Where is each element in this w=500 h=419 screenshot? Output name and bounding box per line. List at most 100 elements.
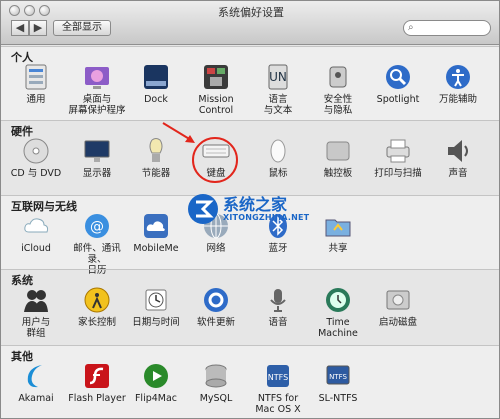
section-3: 系统 用户与 群组 家长控制 日期与时间 软件更新 语音 Time Machine 启动磁盘 xyxy=(1,269,499,345)
pref-pane-flash-player[interactable]: Flash Player xyxy=(66,362,128,404)
pref-pane-desktop-screensaver[interactable]: 桌面与 屏幕保护程序 xyxy=(66,63,128,116)
back-button[interactable]: ◀ xyxy=(11,20,29,36)
date-time-icon xyxy=(142,286,170,314)
pref-pane-label: 触控板 xyxy=(323,168,353,179)
time-machine-icon xyxy=(324,286,352,314)
title-bar: 系统偏好设置 ◀ ▶ 全部显示 ⌕ xyxy=(1,1,499,45)
pref-pane-label: 共享 xyxy=(328,243,348,254)
search-field[interactable]: ⌕ xyxy=(403,20,491,36)
ntfs-for-mac-icon: NTFS xyxy=(264,362,292,390)
pref-pane-label: 用户与 群组 xyxy=(21,317,51,339)
pref-pane-label: NTFS for Mac OS X xyxy=(255,393,301,415)
general-icon xyxy=(22,63,50,91)
forward-button[interactable]: ▶ xyxy=(29,20,47,36)
mobileme-icon xyxy=(142,212,170,240)
pref-pane-label: 语言 与文本 xyxy=(263,94,293,116)
pref-pane-mysql[interactable]: MySQL xyxy=(185,362,247,404)
watermark-text-en: XITONGZHIJIA.NET xyxy=(223,213,310,222)
pref-pane-label: Dock xyxy=(144,94,168,105)
pref-pane-mail-contacts-calendar[interactable]: @ 邮件、通讯录、 日历 xyxy=(66,212,128,276)
pref-pane-label: 蓝牙 xyxy=(268,243,288,254)
mouse-icon xyxy=(264,137,292,165)
desktop-screensaver-icon xyxy=(83,63,111,91)
pref-pane-sl-ntfs[interactable]: NTFS SL-NTFS xyxy=(307,362,369,404)
window-title: 系统偏好设置 xyxy=(218,6,284,19)
trackpad-icon xyxy=(324,137,352,165)
pref-pane-spotlight[interactable]: Spotlight xyxy=(367,63,429,105)
mission-control-icon xyxy=(202,63,230,91)
pref-pane-startup-disk[interactable]: 启动磁盘 xyxy=(367,286,429,328)
security-privacy-icon xyxy=(324,63,352,91)
pref-pane-label: 网络 xyxy=(206,243,226,254)
pref-pane-label: MobileMe xyxy=(133,243,179,254)
pref-pane-label: Spotlight xyxy=(376,94,420,105)
akamai-icon xyxy=(22,362,50,390)
pref-pane-time-machine[interactable]: Time Machine xyxy=(307,286,369,339)
pref-pane-users-groups[interactable]: 用户与 群组 xyxy=(5,286,67,339)
svg-text:NTFS: NTFS xyxy=(329,373,347,381)
pref-pane-label: 软件更新 xyxy=(196,317,235,328)
pref-pane-speech[interactable]: 语音 xyxy=(247,286,309,328)
pref-pane-cd-dvd[interactable]: CD 与 DVD xyxy=(5,137,67,179)
mysql-icon xyxy=(202,362,230,390)
pref-pane-dock[interactable]: Dock xyxy=(125,63,187,105)
sound-icon xyxy=(444,137,472,165)
pref-pane-print-scan[interactable]: 打印与扫描 xyxy=(367,137,429,179)
pref-pane-ntfs-for-mac[interactable]: NTFS NTFS for Mac OS X xyxy=(247,362,309,415)
watermark-text-cn: 系统之家 xyxy=(223,195,288,214)
watermark-logo-icon xyxy=(188,194,218,224)
pref-pane-label: CD 与 DVD xyxy=(10,168,62,179)
display-icon xyxy=(83,137,111,165)
show-all-button[interactable]: 全部显示 xyxy=(53,20,111,36)
pref-pane-label: 鼠标 xyxy=(268,168,288,179)
pref-pane-language-text[interactable]: UN 语言 与文本 xyxy=(247,63,309,116)
pref-pane-icloud[interactable]: iCloud xyxy=(5,212,67,254)
pref-pane-sound[interactable]: 声音 xyxy=(427,137,489,179)
section-1: 硬件 CD 与 DVD 显示器 节能器 键盘 鼠标 触控板 打印与扫描 声音 xyxy=(1,120,499,195)
flip4mac-icon xyxy=(142,362,170,390)
parental-controls-icon xyxy=(83,286,111,314)
pref-pane-date-time[interactable]: 日期与时间 xyxy=(125,286,187,328)
software-update-icon xyxy=(202,286,230,314)
pref-pane-trackpad[interactable]: 触控板 xyxy=(307,137,369,179)
pref-pane-label: Time Machine xyxy=(318,317,358,339)
section-0: 个人 通用 桌面与 屏幕保护程序 Dock Mission Control UN 语言 与文本 安全… xyxy=(1,46,499,120)
pref-pane-flip4mac[interactable]: Flip4Mac xyxy=(125,362,187,404)
cd-dvd-icon xyxy=(22,137,50,165)
print-scan-icon xyxy=(384,137,412,165)
pref-pane-general[interactable]: 通用 xyxy=(5,63,67,105)
pref-pane-label: 启动磁盘 xyxy=(378,317,417,328)
section-4: 其他 Akamai Flash Player Flip4Mac MySQL NTFS NTF… xyxy=(1,345,499,418)
pref-pane-software-update[interactable]: 软件更新 xyxy=(185,286,247,328)
pref-pane-security-privacy[interactable]: 安全性 与隐私 xyxy=(307,63,369,116)
pref-pane-label: 桌面与 屏幕保护程序 xyxy=(68,94,126,116)
universal-access-icon xyxy=(444,63,472,91)
pref-pane-label: 节能器 xyxy=(141,168,171,179)
pref-pane-label: 万能辅助 xyxy=(438,94,477,105)
svg-text:NTFS: NTFS xyxy=(268,373,288,382)
spotlight-icon xyxy=(384,63,412,91)
pref-pane-label: 打印与扫描 xyxy=(374,168,422,179)
pref-pane-universal-access[interactable]: 万能辅助 xyxy=(427,63,489,105)
pref-pane-mouse[interactable]: 鼠标 xyxy=(247,137,309,179)
watermark: 系统之家 XITONGZHIJIA.NET xyxy=(187,189,337,231)
highlight-circle xyxy=(192,137,238,183)
svg-text:UN: UN xyxy=(269,70,287,84)
pref-pane-label: 安全性 与隐私 xyxy=(323,94,353,116)
pref-pane-parental-controls[interactable]: 家长控制 xyxy=(66,286,128,328)
pref-pane-akamai[interactable]: Akamai xyxy=(5,362,67,404)
pref-pane-label: 声音 xyxy=(448,168,468,179)
pref-pane-label: 家长控制 xyxy=(77,317,116,328)
pref-pane-label: MySQL xyxy=(199,393,233,404)
pref-pane-display[interactable]: 显示器 xyxy=(66,137,128,179)
users-groups-icon xyxy=(22,286,50,314)
pref-pane-mobileme[interactable]: MobileMe xyxy=(125,212,187,254)
pref-pane-mission-control[interactable]: Mission Control xyxy=(185,63,247,116)
svg-text:@: @ xyxy=(90,219,104,235)
pref-pane-label: 语音 xyxy=(268,317,288,328)
flash-player-icon xyxy=(83,362,111,390)
mail-contacts-calendar-icon: @ xyxy=(83,212,111,240)
pref-pane-label: 通用 xyxy=(26,94,46,105)
pref-pane-label: 显示器 xyxy=(82,168,112,179)
icloud-icon xyxy=(22,212,50,240)
